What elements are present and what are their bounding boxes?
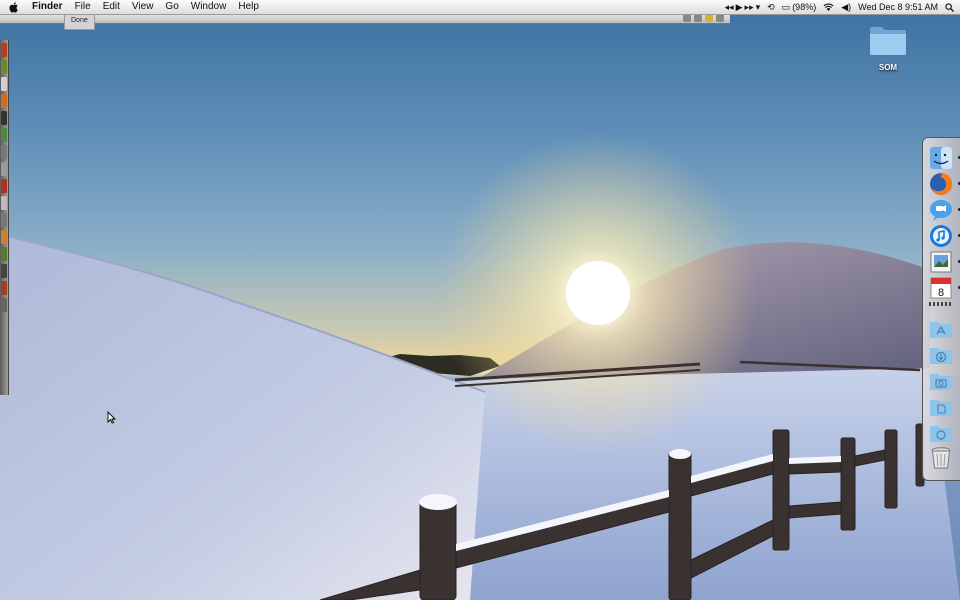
folder-label: SOM <box>878 63 898 72</box>
thumbnail-icon <box>1 43 7 57</box>
thumbnail-icon <box>1 247 7 261</box>
left-window-edge[interactable] <box>0 40 9 395</box>
folder-icon <box>870 27 906 55</box>
battery-menu[interactable]: ▭ (98%) <box>782 2 817 13</box>
menu-edit[interactable]: Edit <box>97 0 126 14</box>
itunes-icon[interactable] <box>929 224 960 248</box>
ichat-icon[interactable] <box>929 198 960 222</box>
spotlight-search-icon[interactable] <box>945 2 954 12</box>
chevron-down-icon[interactable]: ▾ <box>756 2 761 13</box>
play-icon[interactable]: ▶ <box>736 2 743 13</box>
stacks-folder-icon[interactable] <box>929 420 953 444</box>
previous-icon[interactable]: ◂◂ <box>725 2 734 13</box>
wifi-icon[interactable] <box>823 3 834 11</box>
next-icon[interactable]: ▸▸ <box>745 2 754 13</box>
preview-icon[interactable] <box>929 250 960 274</box>
thumbnail-icon <box>1 94 7 108</box>
ical-date: 8 <box>938 287 944 299</box>
addon-icon[interactable] <box>694 14 702 22</box>
menu-help[interactable]: Help <box>232 0 265 14</box>
applications-folder-icon[interactable] <box>929 316 953 340</box>
addon-icon[interactable] <box>683 14 691 22</box>
battery-percent: (98%) <box>792 2 817 12</box>
mouse-cursor-icon <box>107 410 117 429</box>
thumbnail-icon <box>1 145 7 159</box>
thumbnail-icon <box>1 281 7 295</box>
dock-separator <box>929 302 953 306</box>
pictures-folder-icon[interactable] <box>929 368 953 392</box>
thumbnail-icon <box>1 77 7 91</box>
volume-icon[interactable]: ◀) <box>841 2 851 13</box>
finder-icon[interactable] <box>929 146 960 170</box>
desktop-folder[interactable]: SOM <box>864 24 912 72</box>
thumbnail-icon <box>1 111 7 125</box>
thumbnail-icon <box>1 60 7 74</box>
dock: 8 <box>922 137 960 481</box>
thumbnail-icon <box>1 196 7 210</box>
downloads-folder-icon[interactable] <box>929 342 953 366</box>
menu-view[interactable]: View <box>126 0 160 14</box>
thumbnail-icon <box>1 162 7 176</box>
menu-clock[interactable]: Wed Dec 8 9:51 AM <box>858 2 938 12</box>
firefox-icon[interactable] <box>929 172 960 196</box>
thumbnail-icon <box>1 179 7 193</box>
thumbnail-icon <box>1 298 7 312</box>
addon-icon[interactable] <box>705 14 713 22</box>
ical-icon[interactable]: 8 <box>929 276 960 300</box>
thumbnail-icon <box>1 230 7 244</box>
menu-bar: Finder File Edit View Go Window Help ◂◂ … <box>0 0 960 15</box>
thumbnail-icon <box>1 213 7 227</box>
documents-folder-icon[interactable] <box>929 394 953 418</box>
status-icons <box>683 14 724 22</box>
menu-window[interactable]: Window <box>185 0 233 14</box>
time-machine-icon[interactable]: ⟲ <box>767 2 775 13</box>
menu-finder[interactable]: Finder <box>26 0 69 14</box>
thumbnail-icon <box>1 264 7 278</box>
trash-icon[interactable] <box>929 446 953 470</box>
status-text: Done <box>64 15 95 30</box>
addon-icon[interactable] <box>716 14 724 22</box>
menu-go[interactable]: Go <box>159 0 184 14</box>
battery-icon: ▭ <box>781 1 791 12</box>
menu-file[interactable]: File <box>69 0 97 14</box>
media-controls[interactable]: ◂◂ ▶ ▸▸ ▾ <box>725 2 761 13</box>
thumbnail-icon <box>1 128 7 142</box>
browser-status-bar: Done <box>0 14 730 30</box>
apple-icon[interactable] <box>8 1 20 13</box>
desktop-wallpaper <box>0 0 960 600</box>
